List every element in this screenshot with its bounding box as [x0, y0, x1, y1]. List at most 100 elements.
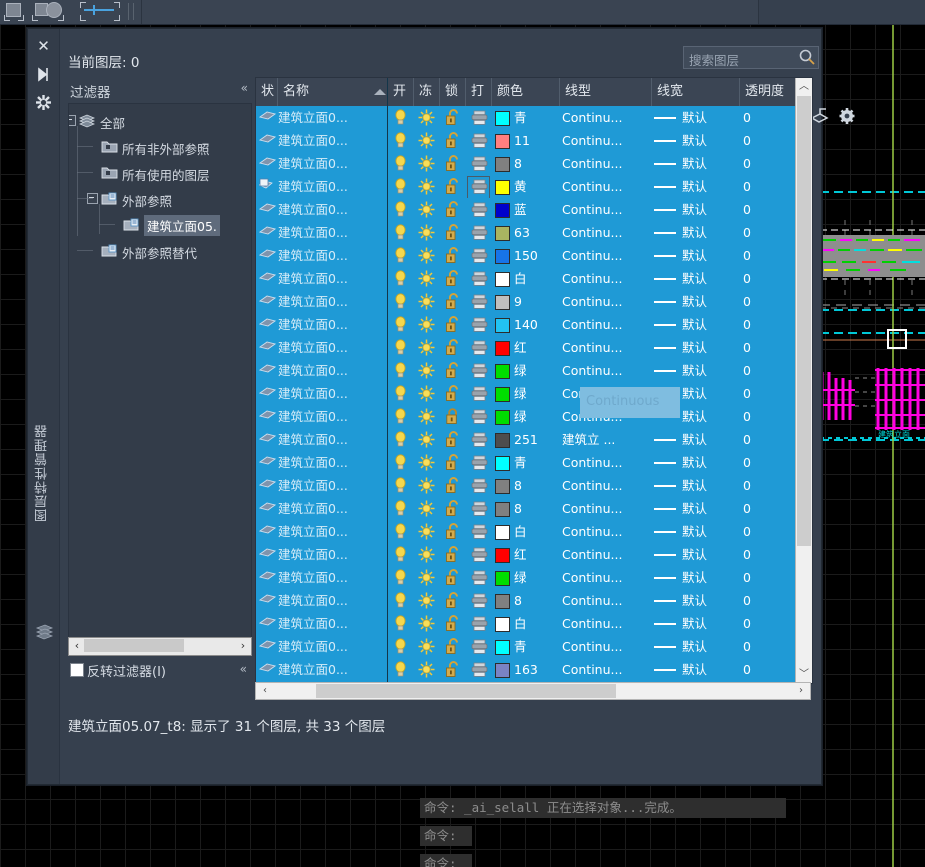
- layer-color-swatch[interactable]: [495, 341, 510, 356]
- table-row[interactable]: 建筑立面0...绿Continu...默认0: [256, 359, 812, 382]
- layer-color-name[interactable]: 白: [514, 612, 558, 635]
- table-row[interactable]: 建筑立面0... 白 Continu... 默认 0: [256, 520, 812, 543]
- layer-color-swatch[interactable]: [495, 249, 510, 264]
- layer-linetype[interactable]: Continu...: [562, 152, 650, 175]
- table-row[interactable]: 建筑立面0... 青 Continu... 默认 0: [256, 635, 812, 658]
- table-row[interactable]: 建筑立面0... 8 Continu... 默认 0: [256, 474, 812, 497]
- layer-plot-icon[interactable]: [471, 270, 488, 287]
- layer-color-swatch[interactable]: [495, 594, 510, 609]
- layer-linetype[interactable]: Continu...: [562, 635, 650, 658]
- layer-freeze-icon[interactable]: [418, 408, 435, 425]
- layer-plot-icon[interactable]: [471, 523, 488, 540]
- layer-color-name[interactable]: 绿: [514, 359, 558, 382]
- layer-freeze-icon[interactable]: [418, 500, 435, 517]
- layer-lineweight[interactable]: 默认: [682, 175, 738, 198]
- layer-freeze-icon[interactable]: [418, 615, 435, 632]
- layer-color-name[interactable]: 251: [514, 428, 558, 451]
- layer-color-swatch[interactable]: [495, 663, 510, 678]
- layer-freeze-icon[interactable]: [418, 293, 435, 310]
- layer-plot-icon[interactable]: [471, 477, 488, 494]
- layer-lock-icon[interactable]: [445, 638, 462, 655]
- layer-freeze-icon[interactable]: [418, 362, 435, 379]
- filter-scroll-thumb[interactable]: [84, 639, 184, 652]
- layer-plot-icon[interactable]: [471, 638, 488, 655]
- layer-table-vscrollbar[interactable]: ︿ ﹀: [795, 78, 812, 683]
- ribbon-icon-1[interactable]: [4, 2, 24, 21]
- layer-lineweight[interactable]: 默认: [682, 566, 738, 589]
- layer-transparency[interactable]: 0: [743, 589, 803, 612]
- layer-lineweight[interactable]: 默认: [682, 658, 738, 681]
- layer-transparency[interactable]: 0: [743, 290, 803, 313]
- layer-freeze-icon[interactable]: [418, 247, 435, 264]
- layer-on-icon[interactable]: [393, 569, 410, 586]
- table-scroll-left-arrow[interactable]: ‹: [257, 684, 273, 698]
- layer-linetype[interactable]: Continu...: [562, 198, 650, 221]
- layer-transparency[interactable]: 0: [743, 405, 803, 428]
- layer-lock-icon[interactable]: [445, 454, 462, 471]
- table-row[interactable]: 建筑立面0... 青 Continu... 默认 0: [256, 106, 812, 129]
- layer-plot-icon[interactable]: [471, 546, 488, 563]
- layer-color-swatch[interactable]: [495, 387, 510, 402]
- layer-on-icon[interactable]: [393, 385, 410, 402]
- layer-transparency[interactable]: 0: [743, 520, 803, 543]
- layer-lineweight[interactable]: 默认: [682, 612, 738, 635]
- layer-color-name[interactable]: 绿: [514, 382, 558, 405]
- layer-color-name[interactable]: 63: [514, 221, 558, 244]
- layer-plot-icon[interactable]: [471, 500, 488, 517]
- layer-color-name[interactable]: 绿: [514, 405, 558, 428]
- invert-collapse-button[interactable]: «: [240, 662, 247, 676]
- scroll-up-arrow[interactable]: ︿: [796, 78, 812, 95]
- layer-on-icon[interactable]: [393, 592, 410, 609]
- layer-linetype[interactable]: Continu...: [562, 566, 650, 589]
- table-row[interactable]: 建筑立面0...绿Continu...默认0: [256, 382, 812, 405]
- layer-on-icon[interactable]: [393, 132, 410, 149]
- column-header-lineweight[interactable]: 线宽: [652, 78, 740, 106]
- layer-color-name[interactable]: 白: [514, 520, 558, 543]
- layer-lock-icon[interactable]: [445, 132, 462, 149]
- collapse-icon[interactable]: [34, 65, 53, 84]
- filters-collapse-button[interactable]: «: [241, 81, 248, 95]
- layer-on-icon[interactable]: [393, 615, 410, 632]
- layer-plot-icon[interactable]: [471, 293, 488, 310]
- layer-transparency[interactable]: 0: [743, 336, 803, 359]
- layer-lineweight[interactable]: 默认: [682, 543, 738, 566]
- filter-scroll-right-arrow[interactable]: ›: [236, 639, 250, 652]
- layer-on-icon[interactable]: [393, 500, 410, 517]
- layer-color-swatch[interactable]: [495, 433, 510, 448]
- layer-color-name[interactable]: 绿: [514, 566, 558, 589]
- layer-plot-icon[interactable]: [471, 224, 488, 241]
- layer-lock-icon[interactable]: [445, 523, 462, 540]
- table-row[interactable]: 建筑立面0... 11 Continu... 默认 0: [256, 129, 812, 152]
- layer-lineweight[interactable]: 默认: [682, 635, 738, 658]
- layer-freeze-icon[interactable]: [418, 523, 435, 540]
- layer-lineweight[interactable]: 默认: [682, 267, 738, 290]
- layer-color-name[interactable]: 黄: [514, 175, 558, 198]
- layer-color-name[interactable]: 青: [514, 451, 558, 474]
- layer-freeze-icon[interactable]: [418, 477, 435, 494]
- layer-lineweight[interactable]: 默认: [682, 244, 738, 267]
- settings-icon[interactable]: [34, 93, 53, 112]
- tree-expander[interactable]: [69, 115, 76, 126]
- layer-table[interactable]: 状名称开冻锁打颜色线型线宽透明度新视口 建筑立面0...青Continu...默…: [255, 77, 813, 684]
- table-row[interactable]: 建筑立面0... 8 Continu... 默认 0: [256, 497, 812, 520]
- layer-transparency[interactable]: 0: [743, 382, 803, 405]
- layer-color-name[interactable]: 8: [514, 497, 558, 520]
- layer-freeze-icon[interactable]: [418, 592, 435, 609]
- table-row[interactable]: 建筑立面0... 150 Continu... 默认 0: [256, 244, 812, 267]
- command-line-entry[interactable]: 命令: _ai_selall 正在选择对象...完成。: [420, 798, 786, 818]
- command-line-entry[interactable]: 命令:: [420, 826, 472, 846]
- layer-color-name[interactable]: 8: [514, 474, 558, 497]
- layer-freeze-icon[interactable]: [418, 431, 435, 448]
- layer-lineweight[interactable]: 默认: [682, 405, 738, 428]
- ribbon-bar[interactable]: [0, 0, 925, 25]
- layer-lock-icon[interactable]: [445, 431, 462, 448]
- table-row[interactable]: 建筑立面0...绿Continu...默认0: [256, 566, 812, 589]
- layer-linetype[interactable]: Continu...: [562, 451, 650, 474]
- layer-color-swatch[interactable]: [495, 272, 510, 287]
- layer-lock-icon[interactable]: [445, 293, 462, 310]
- dialog-side-strip[interactable]: ✕ 图层特性管理器: [28, 29, 60, 784]
- layer-lock-icon[interactable]: [445, 615, 462, 632]
- layer-color-name[interactable]: 8: [514, 589, 558, 612]
- layer-transparency[interactable]: 0: [743, 244, 803, 267]
- layer-linetype[interactable]: Continu...: [562, 359, 650, 382]
